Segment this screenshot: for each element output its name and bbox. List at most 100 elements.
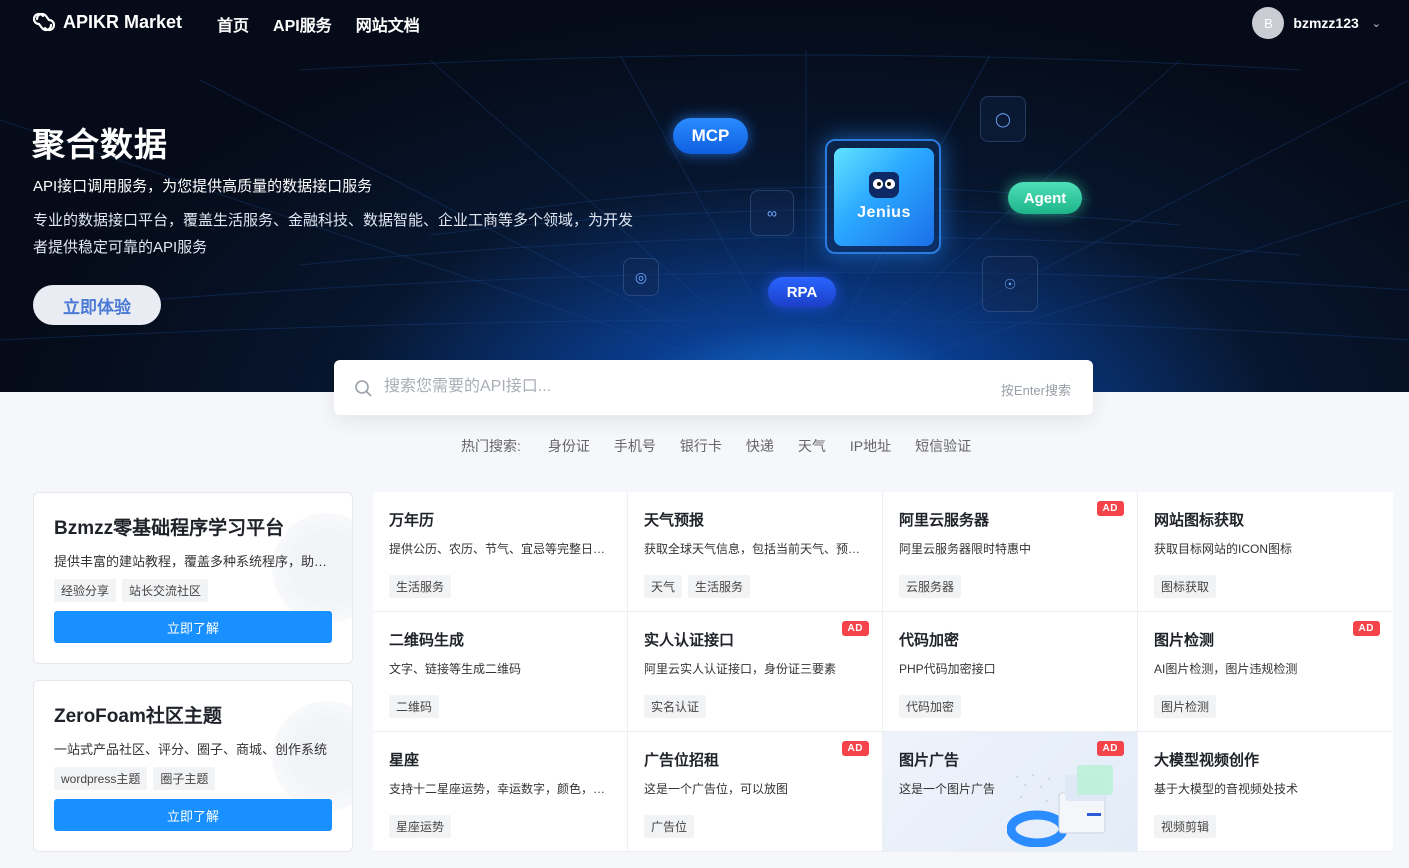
tag: wordpress主题 bbox=[54, 767, 148, 790]
hero-title: 聚合数据 bbox=[32, 126, 168, 163]
api-card[interactable]: 星座支持十二星座运势，幸运数字，颜色，速配星座等星座运势 bbox=[373, 732, 628, 852]
api-card-title: 图片广告 bbox=[899, 752, 960, 769]
search-icon bbox=[355, 380, 372, 397]
nav-api-services[interactable]: API服务 bbox=[273, 12, 332, 36]
hot-search-item[interactable]: 身份证 bbox=[548, 436, 590, 456]
promo-desc: 一站式产品社区、评分、圈子、商城、创作系统 bbox=[54, 742, 328, 757]
api-card-desc: AI图片检测，图片违规检测 bbox=[1154, 662, 1298, 676]
api-card[interactable]: 万年历提供公历、农历、节气、宜忌等完整日历信息生活服务 bbox=[373, 492, 628, 612]
username[interactable]: bzmzz123 bbox=[1293, 15, 1358, 31]
tag: 代码加密 bbox=[899, 695, 962, 718]
api-card-tags: 图片检测 bbox=[1154, 695, 1217, 718]
globe-icon: ☉ bbox=[982, 256, 1038, 312]
api-card-tags: 视频剪辑 bbox=[1154, 815, 1217, 838]
api-card-title: 二维码生成 bbox=[389, 632, 465, 649]
avatar[interactable]: B bbox=[1252, 7, 1285, 39]
ad-badge: AD bbox=[1096, 741, 1124, 756]
ad-illustration-image bbox=[1007, 765, 1113, 847]
api-card[interactable]: 阿里云服务器阿里云服务器限时特惠中云服务器 AD bbox=[883, 492, 1138, 612]
promo-tags: 经验分享 站长交流社区 bbox=[54, 579, 209, 602]
api-card-title: 实人认证接口 bbox=[644, 632, 735, 649]
api-card[interactable]: 实人认证接口 阿里云实人认证接口，身份证三要素 实名认证 AD bbox=[628, 612, 883, 732]
api-card-tags: 代码加密 bbox=[899, 695, 962, 718]
api-card-desc: 这是一个广告位，可以放图 bbox=[644, 782, 789, 796]
agent-badge: Agent bbox=[1008, 182, 1082, 214]
hero-description: 专业的数据接口平台，覆盖生活服务、金融科技、数据智能、企业工商等多个领域，为开发… bbox=[33, 212, 634, 256]
search-hint: 按Enter搜索 bbox=[1000, 383, 1071, 398]
api-grid: 万年历 提供公历、农历、节气、宜忌等完整日历信息 生活服务 天气预报 获取全球天气信息，… bbox=[373, 492, 1393, 852]
api-card-tags: 生活服务 bbox=[389, 575, 452, 598]
tag: 生活服务 bbox=[389, 575, 452, 598]
search-input[interactable] bbox=[384, 374, 984, 400]
nav-docs[interactable]: 网站文档 bbox=[356, 12, 420, 36]
api-card-tags: 星座运势 bbox=[389, 815, 452, 838]
promo-tags: wordpress主题 圈子主题 bbox=[54, 767, 216, 790]
tag: 广告位 bbox=[644, 815, 695, 838]
rpa-badge: RPA bbox=[768, 277, 836, 307]
promo-card: ZeroFoam社区主题 一站式产品社区、评分、圈子、商城、创作系统 wordp… bbox=[33, 680, 353, 852]
hot-search-item[interactable]: 银行卡 bbox=[680, 436, 722, 456]
api-card-title: 大模型视频创作 bbox=[1154, 752, 1260, 769]
hot-search-item[interactable]: 快递 bbox=[746, 436, 774, 456]
ad-badge: AD bbox=[841, 741, 869, 756]
user-menu[interactable]: B bzmzz123 ⌄ bbox=[1252, 7, 1381, 39]
api-card-desc: 获取全球天气信息，包括当前天气、预报等数据 bbox=[644, 542, 862, 556]
hot-search-item[interactable]: 短信验证 bbox=[915, 436, 971, 456]
api-card-desc: 文字、链接等生成二维码 bbox=[389, 662, 522, 676]
promo-card: Bzmzz零基础程序学习平台 提供丰富的建站教程，覆盖多种系统程序，助力新手快速… bbox=[33, 492, 353, 664]
api-card-desc: PHP代码加密接口 bbox=[899, 662, 996, 676]
learn-more-button[interactable]: 立即了解 bbox=[54, 611, 332, 643]
api-card-desc: 提供公历、农历、节气、宜忌等完整日历信息 bbox=[389, 542, 607, 556]
learn-more-button[interactable]: 立即了解 bbox=[54, 799, 332, 831]
api-card[interactable]: 图片检测 AI图片检测，图片违规检测 图片检测 AD bbox=[1138, 612, 1393, 732]
tag: 二维码 bbox=[389, 695, 440, 718]
brand-logo[interactable]: APIKR Market bbox=[33, 11, 182, 33]
api-card[interactable]: 网站图标获取 获取目标网站的ICON图标 图标获取 bbox=[1138, 492, 1393, 612]
hero-subtitle: API接口调用服务，为您提供高质量的数据接口服务 bbox=[33, 178, 373, 195]
nav-home[interactable]: 首页 bbox=[217, 12, 249, 36]
api-card-desc: 阿里云实人认证接口，身份证三要素 bbox=[644, 662, 837, 676]
api-card-title: 图片检测 bbox=[1154, 632, 1215, 649]
search-bar: 按Enter搜索 bbox=[334, 360, 1093, 415]
tag: 站长交流社区 bbox=[122, 579, 209, 602]
ad-badge: AD bbox=[1096, 501, 1124, 516]
promo-desc: 提供丰富的建站教程，覆盖多种系统程序，助力新手快速入门 bbox=[54, 554, 334, 569]
hot-search-item[interactable]: IP地址 bbox=[850, 436, 891, 456]
jenius-label: Jenius bbox=[857, 204, 911, 221]
top-navigation: APIKR Market 首页 API服务 网站文档 B bzmzz123 ⌄ bbox=[0, 0, 1409, 46]
hero-grid-background bbox=[0, 50, 1409, 392]
api-card[interactable]: 二维码生成文字、链接等生成二维码二维码 bbox=[373, 612, 628, 732]
api-card[interactable]: 天气预报获取全球天气信息，包括当前天气、预报等数据天气生活服务 bbox=[628, 492, 883, 612]
share-icon: ∞ bbox=[750, 190, 794, 236]
chevron-down-icon[interactable]: ⌄ bbox=[1372, 17, 1381, 30]
api-card-title: 网站图标获取 bbox=[1154, 512, 1245, 529]
coin-icon: ◎ bbox=[623, 258, 659, 296]
api-card-tags: 二维码 bbox=[389, 695, 440, 718]
try-now-button[interactable]: 立即体验 bbox=[33, 285, 161, 325]
api-card-tags: 天气 生活服务 bbox=[644, 575, 751, 598]
brand-name: APIKR Market bbox=[63, 11, 183, 32]
tag: 生活服务 bbox=[688, 575, 751, 598]
hot-search: 热门搜索: 身份证 手机号 银行卡 快递 天气 IP地址 短信验证 bbox=[461, 436, 995, 456]
lightbulb-icon: ◯ bbox=[980, 96, 1026, 142]
mcp-badge: MCP bbox=[673, 118, 748, 154]
hero-banner: APIKR Market 首页 API服务 网站文档 B bzmzz123 ⌄ … bbox=[0, 0, 1409, 392]
api-card-desc: 基于大模型的音视频处技术 bbox=[1154, 782, 1299, 796]
tag: 圈子主题 bbox=[153, 767, 216, 790]
api-card[interactable]: 广告位招租 这是一个广告位，可以放图 广告位 AD bbox=[628, 732, 883, 852]
tag: 图标获取 bbox=[1154, 575, 1217, 598]
main-nav: 首页 API服务 网站文档 bbox=[217, 12, 420, 36]
api-card-tags: 广告位 bbox=[644, 815, 695, 838]
tag: 云服务器 bbox=[899, 575, 962, 598]
api-card-title: 阿里云服务器 bbox=[899, 512, 990, 529]
api-card-title: 星座 bbox=[389, 752, 420, 769]
hot-search-item[interactable]: 手机号 bbox=[614, 436, 656, 456]
hot-search-item[interactable]: 天气 bbox=[798, 436, 826, 456]
api-card-title: 万年历 bbox=[389, 512, 435, 529]
api-card[interactable]: 代码加密 PHP代码加密接口 代码加密 bbox=[883, 612, 1138, 732]
api-card-desc: 支持十二星座运势，幸运数字，颜色，速配星座等 bbox=[389, 782, 607, 796]
api-card[interactable]: 图片广告 这是一个图片广告 AD bbox=[883, 732, 1138, 852]
tag: 视频剪辑 bbox=[1154, 815, 1217, 838]
api-card[interactable]: 大模型视频创作基于大模型的音视频处技术视频剪辑 bbox=[1138, 732, 1393, 852]
api-card-desc: 阿里云服务器限时特惠中 bbox=[899, 542, 1032, 556]
